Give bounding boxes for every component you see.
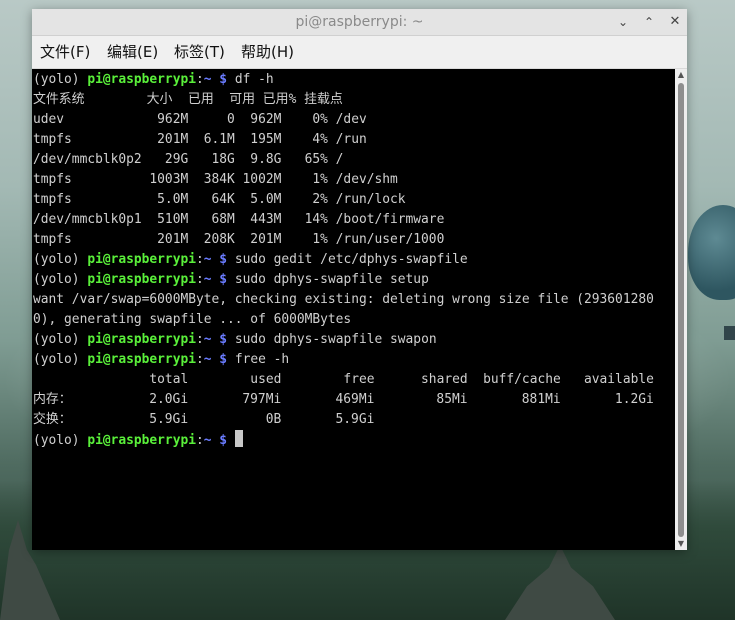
prompt-line: (yolo) pi@raspberrypi:~ $ df -h [33, 70, 274, 90]
df-row: tmpfs 1003M 384K 1002M 1% /dev/shm [33, 172, 398, 187]
arrow-up-icon[interactable]: ▲ [675, 69, 687, 81]
free-swap-row: 交换： 5.9Gi 0B 5.9Gi [33, 412, 375, 427]
output-line: 0), generating swapfile ... of 6000MByte… [33, 312, 352, 327]
prompt-path: ~ [203, 332, 212, 347]
prompt-sep: : [195, 352, 204, 367]
prompt-env: (yolo) [33, 72, 88, 87]
df-row: udev 962M 0 962M 0% /dev [33, 112, 367, 127]
prompt-symbol: $ [211, 352, 235, 367]
prompt-user-host: pi@raspberrypi [87, 433, 196, 448]
minimize-button[interactable]: ⌄ [614, 13, 632, 31]
menu-tabs[interactable]: 标签(T) [174, 36, 225, 68]
prompt-env: (yolo) [33, 433, 88, 448]
maximize-button[interactable]: ⌃ [640, 13, 658, 31]
prompt-sep: : [195, 332, 204, 347]
close-button[interactable]: ✕ [666, 13, 684, 31]
arrow-down-icon[interactable]: ▼ [675, 538, 687, 550]
prompt-path: ~ [203, 352, 212, 367]
window-title: pi@raspberrypi: ~ [295, 14, 424, 30]
prompt-user-host: pi@raspberrypi [87, 272, 196, 287]
terminal-window: pi@raspberrypi: ~ ⌄ ⌃ ✕ 文件(F) 编辑(E) 标签(T… [32, 9, 687, 550]
prompt-sep: : [195, 272, 204, 287]
command-text: free -h [234, 352, 290, 367]
prompt-path: ~ [203, 272, 212, 287]
prompt-path: ~ [203, 252, 212, 267]
prompt-line: (yolo) pi@raspberrypi:~ $ sudo dphys-swa… [33, 270, 429, 290]
df-row: tmpfs 5.0M 64K 5.0M 2% /run/lock [33, 192, 406, 207]
wallpaper-balloon [688, 205, 735, 300]
prompt-env: (yolo) [33, 272, 88, 287]
prompt-line: (yolo) pi@raspberrypi:~ $ sudo gedit /et… [33, 250, 468, 270]
prompt-sep: : [195, 433, 204, 448]
prompt-symbol: $ [211, 272, 235, 287]
prompt-symbol: $ [211, 332, 235, 347]
prompt-line: (yolo) pi@raspberrypi:~ $ free -h [33, 350, 289, 370]
terminal-output[interactable]: (yolo) pi@raspberrypi:~ $ df -h 文件系统 大小 … [32, 69, 675, 550]
chevron-down-icon: ⌄ [617, 15, 629, 29]
prompt-env: (yolo) [33, 252, 88, 267]
prompt-sep: : [195, 252, 204, 267]
wallpaper-balloon-basket [724, 326, 735, 340]
vertical-scrollbar[interactable]: ▲ ▼ [675, 69, 687, 550]
prompt-symbol: $ [211, 72, 235, 87]
output-line: want /var/swap=6000MByte, checking exist… [33, 292, 654, 307]
current-prompt-line: (yolo) pi@raspberrypi:~ $ [33, 430, 243, 450]
chevron-up-icon: ⌃ [643, 15, 655, 29]
command-text: df -h [234, 72, 274, 87]
prompt-user-host: pi@raspberrypi [87, 332, 196, 347]
prompt-sep: : [195, 72, 204, 87]
command-text: sudo dphys-swapfile swapon [234, 332, 437, 347]
command-text: sudo gedit /etc/dphys-swapfile [234, 252, 468, 267]
prompt-user-host: pi@raspberrypi [87, 252, 196, 267]
prompt-user-host: pi@raspberrypi [87, 72, 196, 87]
df-header: 文件系统 大小 已用 可用 已用% 挂载点 [33, 92, 343, 107]
menu-bar: 文件(F) 编辑(E) 标签(T) 帮助(H) [32, 36, 687, 69]
close-icon: ✕ [669, 14, 681, 29]
free-header: total used free shared buff/cache availa… [33, 372, 654, 387]
prompt-env: (yolo) [33, 352, 88, 367]
title-bar[interactable]: pi@raspberrypi: ~ ⌄ ⌃ ✕ [32, 9, 687, 36]
scrollbar-thumb[interactable] [678, 83, 684, 537]
command-text: sudo dphys-swapfile setup [234, 272, 429, 287]
df-row: /dev/mmcblk0p1 510M 68M 443M 14% /boot/f… [33, 212, 445, 227]
menu-help[interactable]: 帮助(H) [241, 36, 294, 68]
df-row: tmpfs 201M 6.1M 195M 4% /run [33, 132, 367, 147]
menu-file[interactable]: 文件(F) [40, 36, 90, 68]
free-mem-row: 内存： 2.0Gi 797Mi 469Mi 85Mi 881Mi 1.2Gi [33, 392, 654, 407]
prompt-path: ~ [203, 433, 212, 448]
df-row: tmpfs 201M 208K 201M 1% /run/user/1000 [33, 232, 445, 247]
prompt-line: (yolo) pi@raspberrypi:~ $ sudo dphys-swa… [33, 330, 437, 350]
menu-edit[interactable]: 编辑(E) [107, 36, 158, 68]
df-row: /dev/mmcblk0p2 29G 18G 9.8G 65% / [33, 152, 344, 167]
text-cursor [234, 430, 243, 447]
prompt-symbol: $ [211, 433, 235, 448]
prompt-env: (yolo) [33, 332, 88, 347]
prompt-symbol: $ [211, 252, 235, 267]
prompt-user-host: pi@raspberrypi [87, 352, 196, 367]
prompt-path: ~ [203, 72, 212, 87]
